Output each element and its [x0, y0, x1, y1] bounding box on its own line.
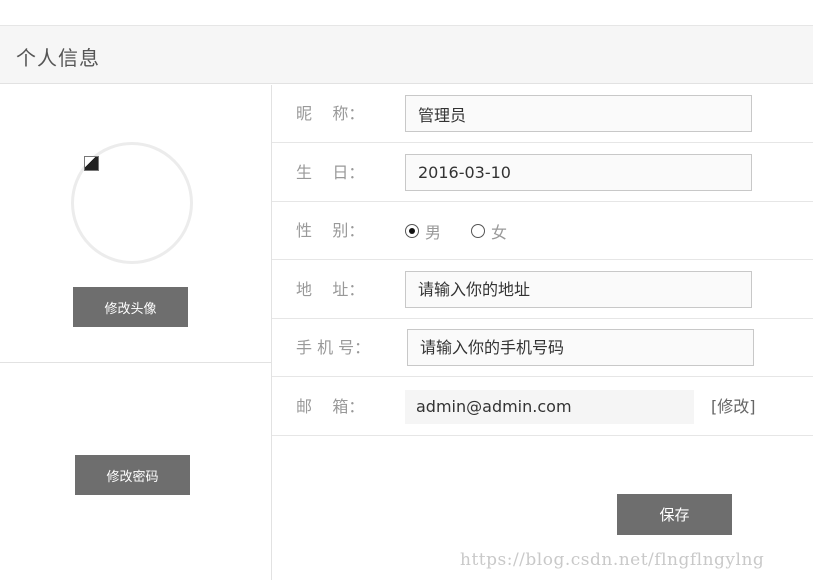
- change-avatar-button[interactable]: 修改头像: [73, 287, 188, 327]
- nickname-label: 昵 称：: [296, 104, 365, 123]
- gender-option-label: 女: [491, 223, 508, 242]
- gender-radio-group: 男 女: [405, 202, 537, 260]
- watermark: https://blog.csdn.net/flngflngylng: [460, 550, 765, 570]
- gender-option-male[interactable]: 男: [405, 219, 441, 243]
- gender-option-label: 男: [425, 223, 442, 242]
- gender-option-female[interactable]: 女: [471, 219, 507, 243]
- nickname-row: 昵 称：: [272, 85, 813, 143]
- phone-row: 手 机 号：: [272, 319, 813, 377]
- phone-input[interactable]: [407, 329, 754, 366]
- radio-checked-icon[interactable]: [405, 224, 419, 238]
- nickname-input[interactable]: [405, 95, 752, 132]
- page-title: 个人信息: [16, 46, 100, 70]
- birthday-input[interactable]: [405, 154, 752, 191]
- email-modify-link[interactable]: [修改]: [711, 378, 756, 436]
- profile-sidebar: 修改头像 修改密码: [0, 85, 272, 580]
- birthday-row: 生 日：: [272, 144, 813, 202]
- email-row: 邮 箱： admin@admin.com [修改]: [272, 378, 813, 436]
- phone-label: 手 机 号：: [296, 338, 371, 357]
- sidebar-divider: [0, 362, 271, 363]
- email-value: admin@admin.com: [405, 390, 694, 424]
- gender-label: 性 别：: [296, 221, 365, 240]
- gender-row: 性 别： 男 女: [272, 202, 813, 260]
- broken-image-icon: [84, 156, 99, 171]
- email-label: 邮 箱：: [296, 397, 365, 416]
- address-row: 地 址：: [272, 261, 813, 319]
- page-header: 个人信息: [0, 25, 813, 84]
- radio-unchecked-icon[interactable]: [471, 224, 486, 238]
- address-input[interactable]: [405, 271, 752, 308]
- change-password-button[interactable]: 修改密码: [75, 455, 190, 495]
- address-label: 地 址：: [296, 280, 365, 299]
- save-button[interactable]: 保存: [617, 494, 732, 535]
- birthday-label: 生 日：: [296, 163, 365, 182]
